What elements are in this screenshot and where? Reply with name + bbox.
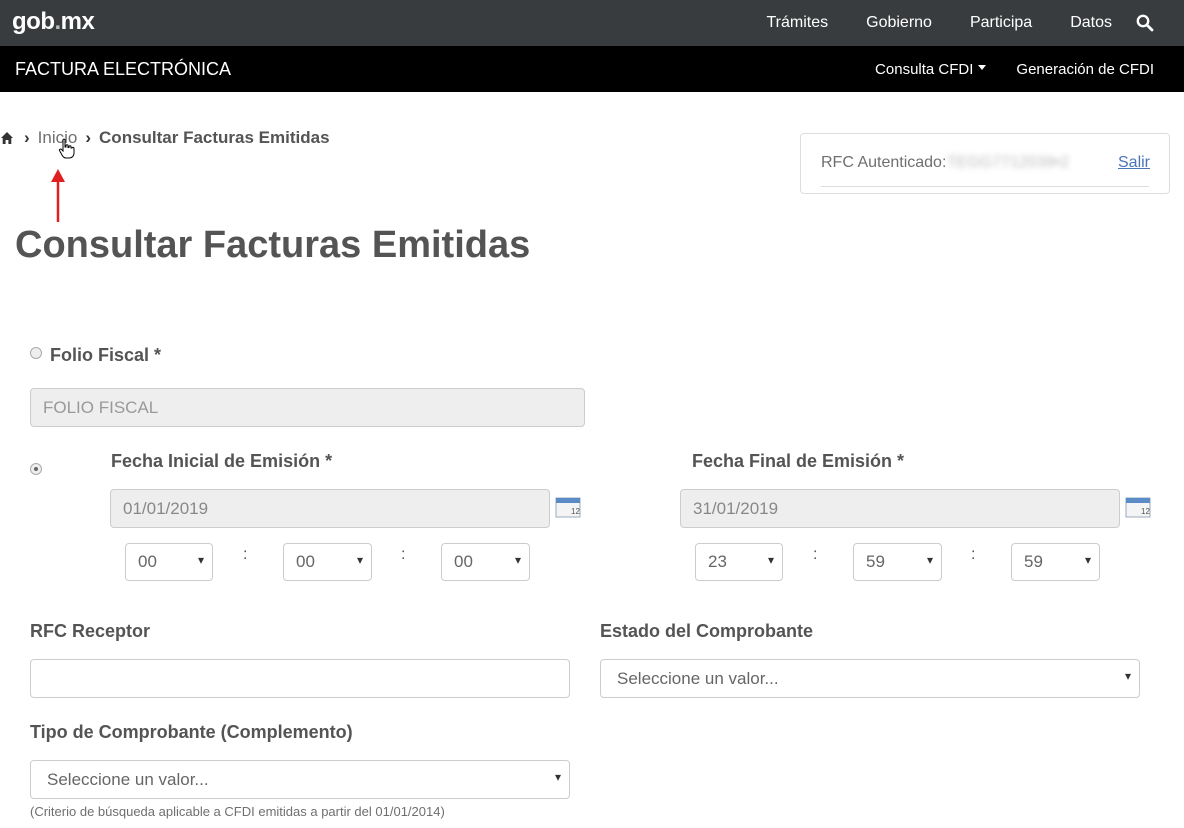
generacion-cfdi-link[interactable]: Generación de CFDI xyxy=(1016,61,1154,78)
rfc-auth-value: TEGG7712039•2 xyxy=(947,154,1070,171)
divider xyxy=(821,186,1149,187)
nav-tramites[interactable]: Trámites xyxy=(766,14,828,32)
rfc-auth-label: RFC Autenticado: xyxy=(821,154,947,171)
top-navbar: gob.mx Trámites Gobierno Participa Datos xyxy=(0,0,1184,46)
inicio-segundo-select[interactable]: 00 xyxy=(441,543,530,581)
fecha-final-label: Fecha Final de Emisión * xyxy=(692,451,905,471)
top-nav: Trámites Gobierno Participa Datos xyxy=(766,0,1184,46)
fin-minuto-select[interactable]: 59 xyxy=(853,543,942,581)
tipo-comprobante-label: Tipo de Comprobante (Complemento) xyxy=(30,722,353,742)
folio-fiscal-radio[interactable] xyxy=(30,347,42,359)
inicio-minuto-select[interactable]: 00 xyxy=(283,543,372,581)
fecha-inicial-label: Fecha Inicial de Emisión * xyxy=(111,451,333,471)
consulta-cfdi-dropdown[interactable]: Consulta CFDI xyxy=(875,60,987,78)
logout-link[interactable]: Salir xyxy=(1118,154,1150,172)
fin-hora-select[interactable]: 23 xyxy=(695,543,783,581)
gobmx-logo[interactable]: gob.mx xyxy=(12,8,95,36)
rfc-receptor-input[interactable] xyxy=(30,659,570,698)
auth-panel: RFC Autenticado: TEGG7712039•2 Salir xyxy=(800,133,1170,194)
breadcrumb-separator-icon: › xyxy=(24,128,30,147)
fin-segundo-select[interactable]: 59 xyxy=(1011,543,1100,581)
hand-cursor-icon xyxy=(58,138,75,159)
calendar-icon[interactable]: 12 xyxy=(1125,496,1151,518)
breadcrumb: › Inicio › Consultar Facturas Emitidas xyxy=(0,128,330,148)
secondary-navbar: FACTURA ELECTRÓNICA Consulta CFDI Genera… xyxy=(0,46,1184,92)
time-separator: : xyxy=(243,546,248,563)
logo-suffix: mx xyxy=(60,8,95,35)
breadcrumb-current: Consultar Facturas Emitidas xyxy=(99,128,330,147)
caret-down-icon xyxy=(978,65,987,71)
inicio-hora-select[interactable]: 00 xyxy=(125,543,213,581)
calendar-icon[interactable]: 12 xyxy=(555,496,581,518)
consulta-cfdi-label: Consulta CFDI xyxy=(875,60,974,78)
time-separator: : xyxy=(401,546,406,563)
calendar-day: 12 xyxy=(1141,507,1150,516)
tipo-comprobante-select[interactable]: Seleccione un valor... xyxy=(30,760,570,799)
breadcrumb-separator-icon: › xyxy=(85,128,92,147)
search-icon[interactable] xyxy=(1122,0,1168,46)
annotation-arrow-icon xyxy=(51,169,65,222)
time-separator: : xyxy=(813,546,818,563)
secondary-nav: Consulta CFDI Generación de CFDI xyxy=(875,46,1154,92)
estado-comprobante-label: Estado del Comprobante xyxy=(600,621,814,641)
folio-fiscal-input[interactable]: FOLIO FISCAL xyxy=(30,388,585,427)
fecha-inicial-input[interactable]: 01/01/2019 xyxy=(110,489,550,528)
nav-gobierno[interactable]: Gobierno xyxy=(866,14,932,32)
home-icon[interactable] xyxy=(0,131,14,145)
calendar-day: 12 xyxy=(571,507,580,516)
site-title[interactable]: FACTURA ELECTRÓNICA xyxy=(15,59,231,80)
page-title: Consultar Facturas Emitidas xyxy=(15,224,531,266)
nav-participa[interactable]: Participa xyxy=(970,14,1032,32)
rfc-receptor-label: RFC Receptor xyxy=(30,621,151,641)
time-separator: : xyxy=(971,546,976,563)
folio-fiscal-label: Folio Fiscal * xyxy=(50,345,162,365)
date-range-radio[interactable] xyxy=(30,463,42,475)
fecha-final-input[interactable]: 31/01/2019 xyxy=(680,489,1120,528)
tipo-comprobante-hint: (Criterio de búsqueda aplicable a CFDI e… xyxy=(30,804,445,819)
logo-main: gob xyxy=(12,8,55,35)
estado-comprobante-select[interactable]: Seleccione un valor... xyxy=(600,659,1140,698)
nav-datos[interactable]: Datos xyxy=(1070,14,1112,32)
